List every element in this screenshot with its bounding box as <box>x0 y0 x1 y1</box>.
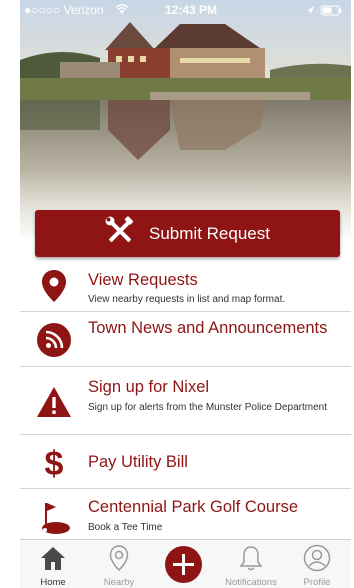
plus-icon <box>165 546 202 588</box>
tab-label: Home <box>40 577 66 588</box>
menu-item-pay-utility-bill[interactable]: $ Pay Utility Bill <box>20 436 351 489</box>
person-icon <box>303 544 331 575</box>
tab-bar: Home Nearby Notifications Profile <box>20 539 351 588</box>
dollar-sign-icon: $ <box>34 443 74 483</box>
menu-item-title: Pay Utility Bill <box>88 453 188 471</box>
map-pin-icon <box>34 266 74 306</box>
carrier-label: ●○○○○ Verizon <box>24 3 104 17</box>
menu-item-title: Town News and Announcements <box>88 319 328 337</box>
tab-home[interactable]: Home <box>20 540 86 588</box>
svg-text:$: $ <box>45 445 64 481</box>
menu-item-title: View Requests <box>88 271 198 289</box>
add-request-button[interactable] <box>165 546 202 583</box>
menu-item-golf-course[interactable]: Centennial Park Golf Course Book a Tee T… <box>20 490 351 540</box>
warning-icon <box>34 382 74 422</box>
menu-item-town-news[interactable]: Town News and Announcements <box>20 313 351 367</box>
app-screen: ●○○○○ Verizon 12:43 PM Submit Request Vi… <box>20 0 351 588</box>
tools-icon <box>105 216 135 251</box>
rss-feed-icon <box>34 320 74 360</box>
submit-request-button[interactable]: Submit Request <box>35 210 340 257</box>
status-bar: ●○○○○ Verizon 12:43 PM <box>20 0 351 20</box>
tab-label: Nearby <box>103 577 135 588</box>
menu-item-title: Centennial Park Golf Course <box>88 498 299 516</box>
menu-item-subtitle: View nearby requests in list and map for… <box>88 294 286 305</box>
menu-item-view-requests[interactable]: View Requests View nearby requests in li… <box>20 260 351 312</box>
battery-icon <box>305 5 343 19</box>
tab-nearby[interactable]: Nearby <box>86 540 152 588</box>
tab-notifications[interactable]: Notifications <box>218 540 284 588</box>
clock-time: 12:43 PM <box>165 3 218 17</box>
tab-label: Profile <box>303 577 331 588</box>
home-icon <box>39 544 67 575</box>
hero-image <box>20 0 351 238</box>
menu-item-subtitle: Book a Tee Time <box>88 522 163 533</box>
submit-request-label: Submit Request <box>149 223 270 243</box>
tab-profile[interactable]: Profile <box>284 540 350 588</box>
menu-item-nixel[interactable]: Sign up for Nixel Sign up for alerts fro… <box>20 368 351 435</box>
menu-item-title: Sign up for Nixel <box>88 378 210 396</box>
wifi-icon <box>115 3 129 18</box>
location-pin-icon <box>108 544 130 575</box>
bell-icon <box>238 544 264 575</box>
golf-flag-icon <box>34 498 74 538</box>
menu-item-subtitle: Sign up for alerts from the Munster Poli… <box>88 402 327 413</box>
tab-label: Notifications <box>225 577 277 588</box>
